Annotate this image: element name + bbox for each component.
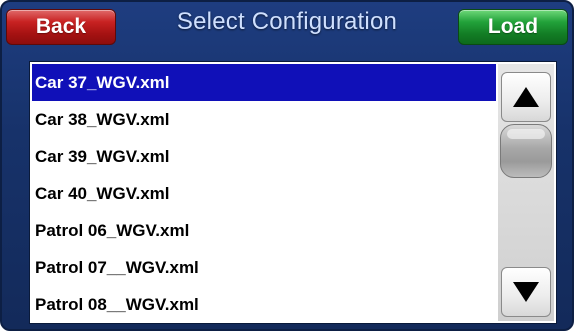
- list-item[interactable]: Patrol 07__WGV.xml: [32, 249, 496, 286]
- triangle-up-icon: [513, 87, 539, 107]
- page-title: Select Configuration: [176, 8, 398, 35]
- configuration-list-panel: Car 37_WGV.xml Car 38_WGV.xml Car 39_WGV…: [29, 61, 557, 324]
- back-button[interactable]: Back: [6, 9, 116, 45]
- list-item[interactable]: Patrol 08__WGV.xml: [32, 286, 496, 321]
- list-item-label: Car 39_WGV.xml: [35, 146, 170, 166]
- scroll-up-button[interactable]: [501, 72, 551, 122]
- list-item-label: Car 37_WGV.xml: [35, 72, 170, 92]
- configuration-screen: Back Select Configuration Load Car 37_WG…: [0, 0, 574, 331]
- scroll-thumb[interactable]: [500, 124, 552, 178]
- load-button[interactable]: Load: [458, 9, 568, 45]
- scroll-down-button[interactable]: [501, 267, 551, 317]
- list-item[interactable]: Car 37_WGV.xml: [32, 64, 496, 101]
- triangle-down-icon: [513, 282, 539, 302]
- list-item-label: Patrol 08__WGV.xml: [35, 294, 199, 314]
- list-item-label: Patrol 07__WGV.xml: [35, 257, 199, 277]
- list-item[interactable]: Car 39_WGV.xml: [32, 138, 496, 175]
- back-button-label: Back: [35, 15, 87, 38]
- header-bar: Back Select Configuration Load: [2, 2, 572, 48]
- list-item[interactable]: Car 40_WGV.xml: [32, 175, 496, 212]
- list-item[interactable]: Patrol 06_WGV.xml: [32, 212, 496, 249]
- list-item-label: Car 40_WGV.xml: [35, 183, 170, 203]
- list-item-label: Patrol 06_WGV.xml: [35, 220, 190, 240]
- configuration-list[interactable]: Car 37_WGV.xml Car 38_WGV.xml Car 39_WGV…: [32, 64, 496, 321]
- vertical-scrollbar[interactable]: [498, 64, 554, 321]
- load-button-label: Load: [487, 15, 539, 38]
- list-item[interactable]: Car 38_WGV.xml: [32, 101, 496, 138]
- list-item-label: Car 38_WGV.xml: [35, 109, 170, 129]
